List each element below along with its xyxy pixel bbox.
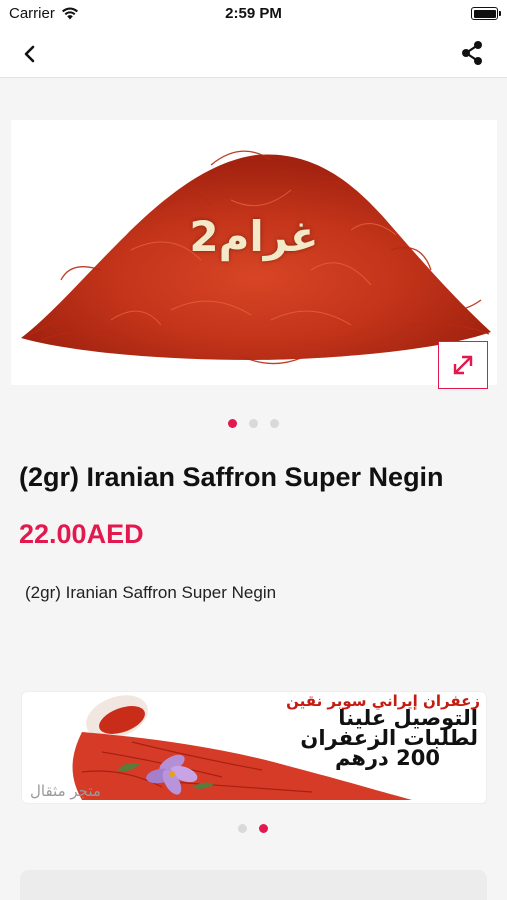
clock: 2:59 PM (225, 5, 282, 22)
chevron-left-icon (24, 45, 35, 63)
navigation-bar (0, 28, 507, 78)
expand-icon (453, 355, 473, 375)
product-price: 22.00AED (19, 519, 144, 549)
product-image[interactable]: 2غرام (11, 120, 497, 385)
banner-pagination (238, 824, 268, 833)
share-icon (462, 41, 482, 65)
share-button[interactable] (457, 38, 487, 68)
gallery-dot-1[interactable] (228, 419, 237, 428)
expand-image-button[interactable] (438, 341, 488, 389)
back-button[interactable] (16, 40, 44, 68)
product-title: (2gr) Iranian Saffron Super Negin (19, 462, 444, 492)
banner-store-name: متجر مثقال (30, 782, 101, 800)
image-overlay-text: 2غرام (189, 212, 319, 261)
bottom-card (20, 870, 487, 900)
banner-line-1: التوصيل علينا (338, 706, 478, 730)
promo-banner[interactable]: زعفران إيراني سوبر نقين التوصيل علينا لط… (21, 691, 487, 804)
banner-dot-2[interactable] (259, 824, 268, 833)
gallery-dot-3[interactable] (270, 419, 279, 428)
banner-line-3: 200 درهم (334, 746, 440, 770)
banner-line-2: لطلبات الزعفران (300, 726, 478, 750)
gallery-pagination (228, 419, 279, 428)
gallery-dot-2[interactable] (249, 419, 258, 428)
status-bar: Carrier 2:59 PM (0, 0, 507, 28)
banner-dot-1[interactable] (238, 824, 247, 833)
battery-icon (471, 7, 501, 20)
product-description: (2gr) Iranian Saffron Super Negin (25, 583, 277, 602)
